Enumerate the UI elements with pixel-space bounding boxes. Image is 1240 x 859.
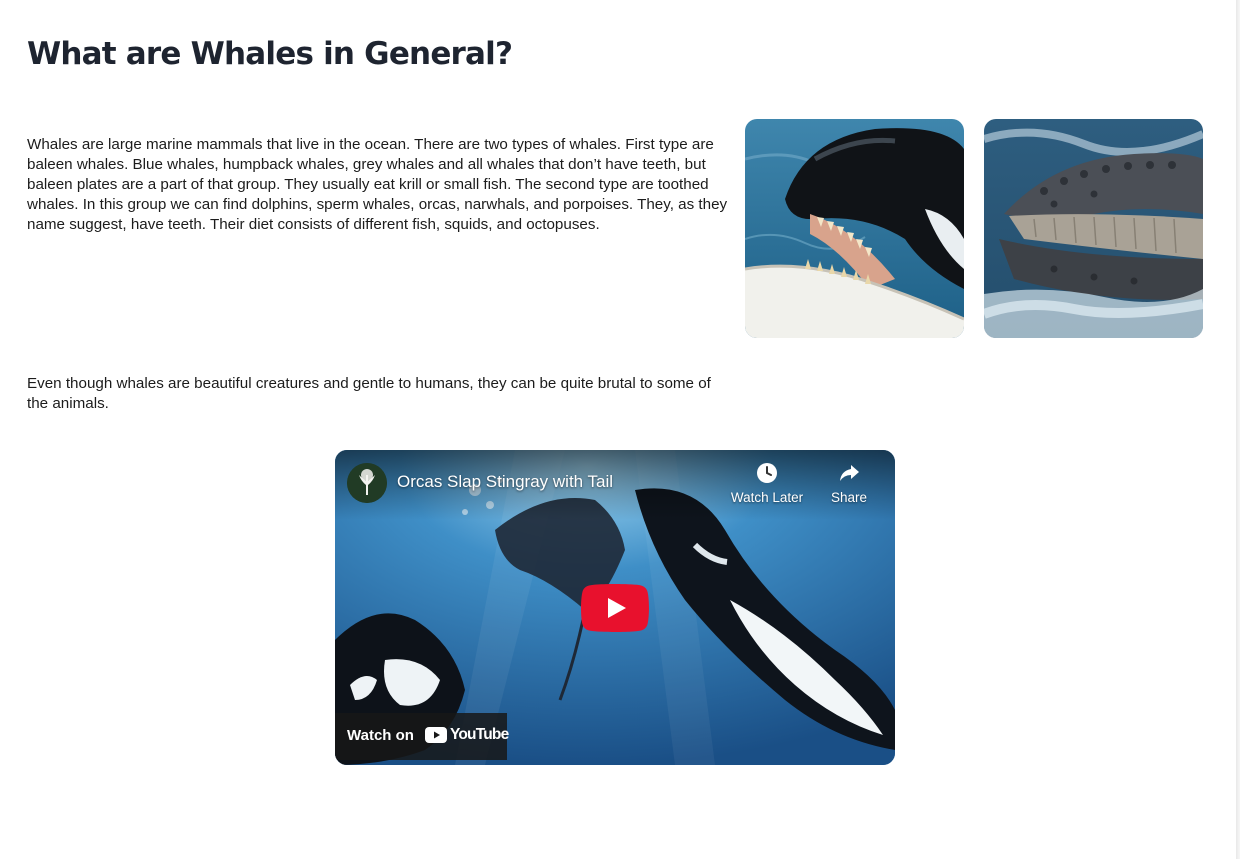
youtube-logo-icon (425, 727, 447, 743)
share-arrow-icon (840, 465, 859, 481)
second-paragraph: Even though whales are beautiful creatur… (27, 375, 711, 412)
watch-later-button[interactable]: Watch Later (722, 462, 812, 505)
intro-paragraph: Whales are large marine mammals that liv… (27, 136, 728, 233)
clock-icon (757, 463, 777, 483)
play-icon (581, 584, 649, 632)
orca-photo (745, 119, 964, 338)
play-button[interactable] (581, 584, 649, 632)
youtube-wordmark: YouTube (450, 726, 509, 743)
video-title[interactable]: Orcas Slap Stingray with Tail (397, 472, 613, 492)
watch-later-label: Watch Later (730, 490, 804, 505)
video-embed[interactable]: Orcas Slap Stingray with Tail Watch Late… (335, 450, 895, 765)
page-scrollbar-edge (1236, 0, 1240, 859)
channel-avatar[interactable] (347, 463, 387, 503)
humpback-photo (984, 119, 1203, 338)
section-title: What are Whales in General? (27, 36, 513, 72)
watch-on-youtube-button[interactable]: Watch on YouTube (335, 713, 509, 760)
share-button[interactable]: Share (804, 462, 894, 505)
tree-logo-icon (347, 463, 387, 503)
watch-on-label: Watch on (347, 727, 414, 744)
share-label: Share (830, 490, 868, 505)
